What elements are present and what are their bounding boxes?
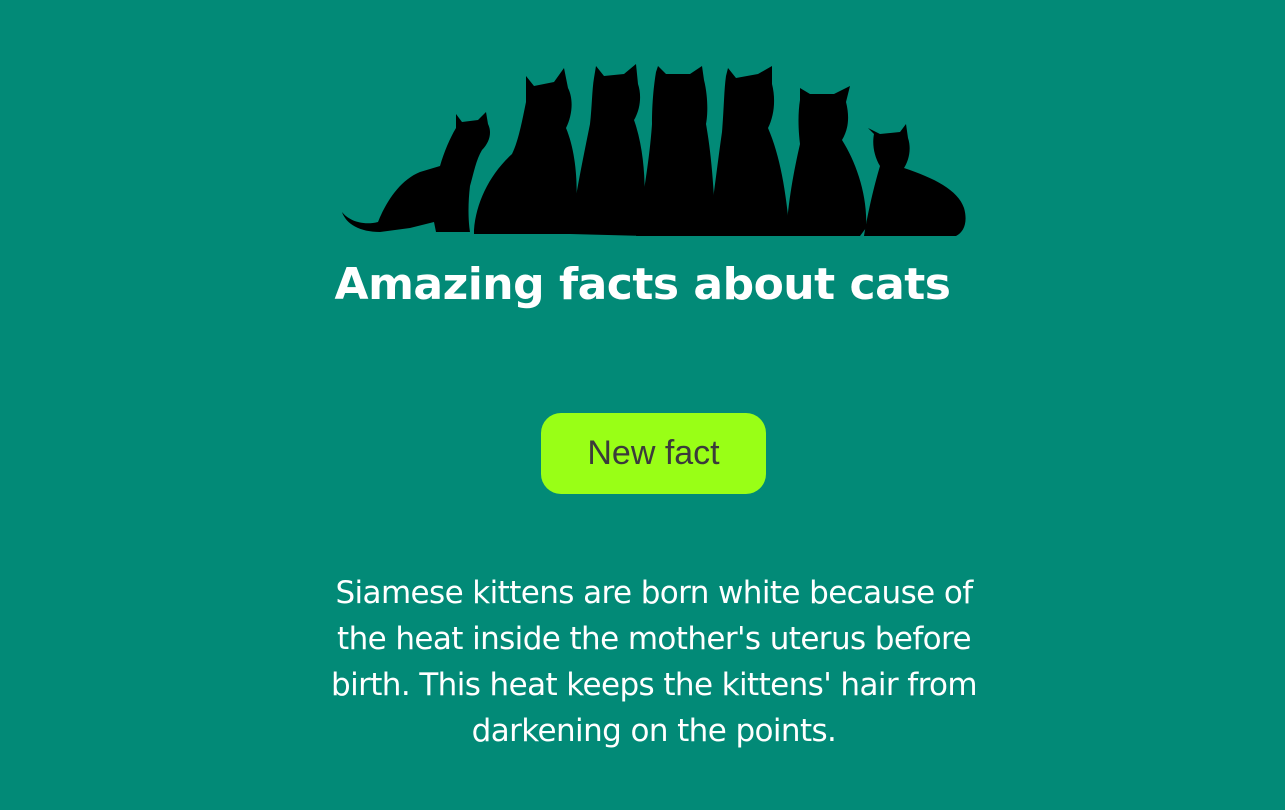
page-title: Amazing facts about cats (334, 259, 951, 310)
cat-silhouettes-icon (340, 62, 968, 240)
fact-text: Siamese kittens are born white because o… (331, 575, 978, 749)
new-fact-button[interactable]: New fact (541, 413, 766, 494)
